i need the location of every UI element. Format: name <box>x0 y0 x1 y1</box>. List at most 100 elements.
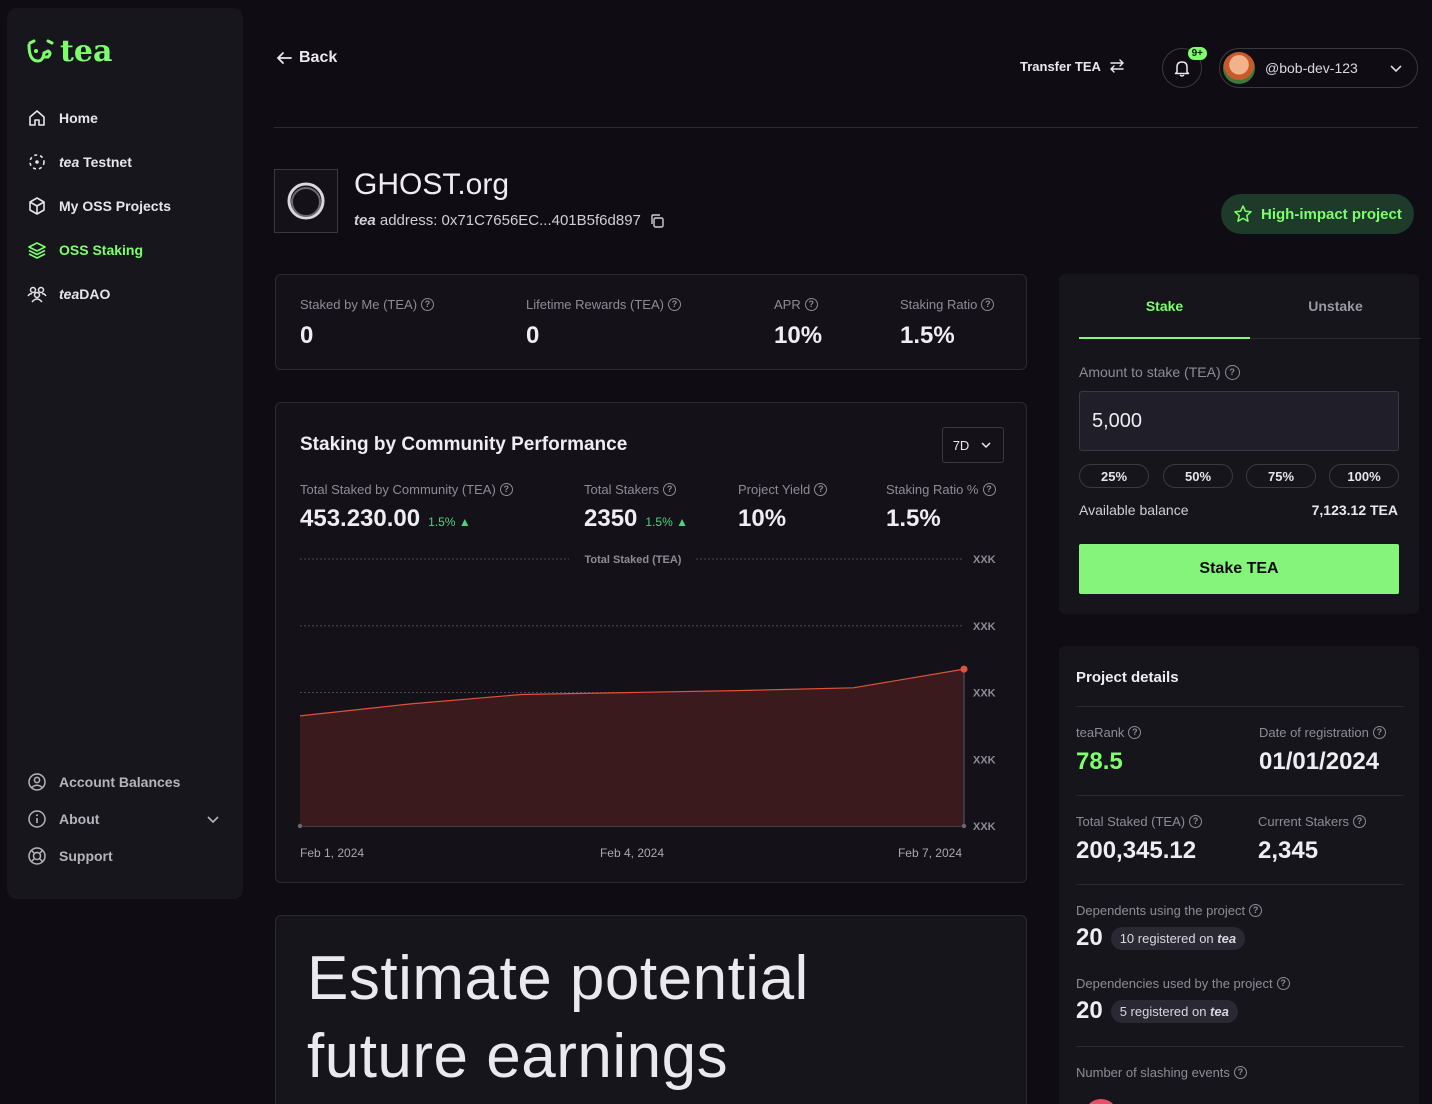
brand-name: tea <box>60 34 113 69</box>
user-menu[interactable]: @bob-dev-123 <box>1219 48 1418 88</box>
slashing-events: Number of slashing events? <box>1076 1065 1247 1080</box>
help-icon[interactable]: ? <box>1189 815 1203 828</box>
help-icon[interactable]: ? <box>814 483 828 496</box>
stat-lifetime-rewards: Lifetime Rewards (TEA)? 0 <box>526 297 681 350</box>
stat-total-stakers: Total Stakers? 2350 1.5% ▲ <box>584 482 688 532</box>
stake-tabs: Stake Unstake <box>1079 297 1421 339</box>
arrow-left-icon <box>276 52 292 64</box>
sidebar-item-label: About <box>59 811 100 827</box>
tea-logo[interactable]: tea <box>26 34 112 69</box>
sidebar-item-account-balances[interactable]: Account Balances <box>27 772 180 792</box>
project-details-panel: Project details teaRank? 78.5 Date of re… <box>1059 646 1419 1104</box>
range-select[interactable]: 7D <box>942 427 1004 463</box>
star-icon <box>1234 205 1252 222</box>
delta-up: 1.5% ▲ <box>645 515 688 529</box>
sidebar-item-label: Home <box>59 110 98 126</box>
home-icon <box>29 110 45 126</box>
back-label: Back <box>299 49 338 66</box>
percent-75-button[interactable]: 75% <box>1246 464 1316 488</box>
percent-100-button[interactable]: 100% <box>1329 464 1399 488</box>
available-balance-value: 7,123.12 TEA <box>1311 502 1398 518</box>
stat-staking-ratio-pct: Staking Ratio %? 1.5% <box>886 482 996 533</box>
sidebar-item-home[interactable]: Home <box>27 108 98 128</box>
stat-staked-by-me: Staked by Me (TEA)? 0 <box>300 297 435 350</box>
help-icon[interactable]: ? <box>981 298 995 311</box>
help-icon[interactable]: ? <box>421 298 435 311</box>
copy-icon[interactable] <box>649 213 665 229</box>
bell-icon <box>1174 61 1190 77</box>
help-icon[interactable]: ? <box>1249 904 1263 917</box>
chevron-down-icon <box>207 816 219 824</box>
registered-pill: 10 registered on tea <box>1110 926 1246 950</box>
percent-50-button[interactable]: 50% <box>1163 464 1233 488</box>
stake-tea-button[interactable]: Stake TEA <box>1079 544 1399 594</box>
my-staking-stats: Staked by Me (TEA)? 0 Lifetime Rewards (… <box>275 274 1027 370</box>
sidebar-item-testnet[interactable]: tea Testnet <box>27 152 132 172</box>
help-icon[interactable]: ? <box>1276 977 1290 990</box>
y-tick-label: XXK <box>973 754 996 766</box>
range-value: 7D <box>952 437 970 453</box>
slashing-count-indicator <box>1084 1099 1118 1104</box>
help-icon[interactable]: ? <box>804 298 818 311</box>
stat-total-staked-community: Total Staked by Community (TEA)? 453.230… <box>300 482 513 533</box>
help-icon[interactable]: ? <box>667 298 681 311</box>
tab-stake[interactable]: Stake <box>1079 297 1250 339</box>
help-icon[interactable]: ? <box>1353 815 1367 828</box>
dependencies: Dependencies used by the project? 20 5 re… <box>1076 976 1290 1025</box>
lifebuoy-icon <box>28 847 46 865</box>
divider <box>1076 884 1404 885</box>
sidebar-item-label: Account Balances <box>59 774 181 790</box>
percent-25-button[interactable]: 25% <box>1079 464 1149 488</box>
help-icon[interactable]: ? <box>982 483 996 496</box>
available-balance-label: Available balance <box>1079 502 1189 518</box>
sidebar-item-support[interactable]: Support <box>27 846 113 866</box>
help-icon[interactable]: ? <box>1372 726 1386 739</box>
amount-label: Amount to stake (TEA)? <box>1079 364 1240 380</box>
tearank: teaRank? 78.5 <box>1076 725 1142 776</box>
user-circle-icon <box>28 773 46 791</box>
back-button[interactable]: Back <box>275 49 337 67</box>
total-staked: Total Staked (TEA)? 200,345.12 <box>1076 814 1203 865</box>
estimate-heading: Estimate potential future earnings <box>307 944 809 1091</box>
y-tick-label: XXK <box>973 821 996 833</box>
cube-icon <box>29 197 45 215</box>
sidebar-item-label: tea Testnet <box>59 154 132 170</box>
project-details-title: Project details <box>1076 669 1179 686</box>
help-icon[interactable]: ? <box>1224 364 1240 380</box>
sidebar-item-about[interactable]: About <box>27 809 223 829</box>
help-icon[interactable]: ? <box>1128 726 1142 739</box>
info-icon <box>28 810 46 828</box>
axis-start-dot <box>297 823 303 829</box>
stat-project-yield: Project Yield? 10% <box>738 482 828 533</box>
swap-arrows-icon <box>1109 59 1124 73</box>
project-address: tea address: 0x71C7656EC...401B5f6d897 <box>354 212 665 229</box>
sidebar-item-teadao[interactable]: teaDAO <box>27 284 110 304</box>
divider <box>1076 706 1404 707</box>
network-icon <box>29 154 45 170</box>
community-performance-card: Staking by Community Performance 7D Tota… <box>275 402 1027 883</box>
stake-panel: Stake Unstake Amount to stake (TEA)? 25%… <box>1059 274 1421 614</box>
transfer-tea-button[interactable]: Transfer TEA <box>1020 58 1125 74</box>
registered-pill: 5 registered on tea <box>1110 999 1238 1023</box>
divider <box>1076 795 1404 796</box>
chevron-down-icon <box>1390 65 1402 73</box>
sidebar-item-oss-staking[interactable]: OSS Staking <box>27 240 143 260</box>
amount-input[interactable] <box>1079 391 1399 451</box>
total-staked-chart: XXK XXK XXK XXK XXK Total Staked (TEA) Feb 1, … <box>297 554 996 860</box>
x-tick-label: Feb 4, 2024 <box>600 846 664 860</box>
sidebar-item-my-oss-projects[interactable]: My OSS Projects <box>27 196 171 216</box>
tab-unstake[interactable]: Unstake <box>1250 297 1421 338</box>
x-tick-label: Feb 7, 2024 <box>898 846 962 860</box>
help-icon[interactable]: ? <box>663 483 677 496</box>
x-tick-label: Feb 1, 2024 <box>300 846 364 860</box>
sidebar: tea Home tea Testnet My OSS Projects OSS… <box>7 8 243 899</box>
help-icon[interactable]: ? <box>499 483 513 496</box>
notifications-button[interactable]: 9+ <box>1162 47 1207 88</box>
help-icon[interactable]: ? <box>1233 1066 1247 1079</box>
avatar <box>1223 52 1255 84</box>
divider <box>1076 1046 1404 1047</box>
chart-title: Total Staked (TEA) <box>585 554 682 566</box>
axis-end-dot <box>961 823 967 829</box>
sidebar-item-label: My OSS Projects <box>59 198 172 214</box>
data-point-latest <box>960 665 968 673</box>
